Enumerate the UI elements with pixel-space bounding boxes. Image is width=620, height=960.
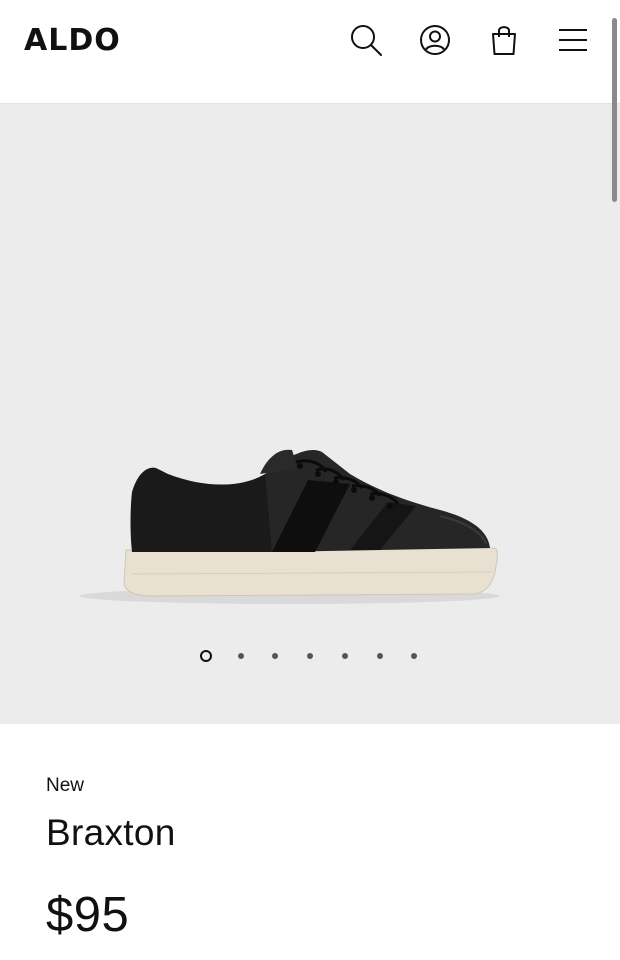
gallery-pagination [0, 649, 620, 663]
gallery-dot[interactable] [272, 653, 279, 659]
account-icon[interactable] [415, 20, 455, 60]
gallery-dot[interactable] [411, 653, 418, 659]
site-header: ALDO [0, 0, 620, 104]
gallery-dot[interactable] [237, 653, 244, 659]
shopping-bag-icon[interactable] [484, 20, 524, 60]
gallery-dot[interactable] [341, 653, 348, 659]
product-image[interactable] [60, 444, 510, 614]
gallery-dot[interactable] [200, 650, 212, 662]
menu-icon[interactable] [553, 20, 593, 60]
product-page: ALDO New Braxton $95 [0, 0, 620, 960]
product-info: New Braxton $95 [0, 724, 620, 960]
product-price: $95 [46, 888, 130, 942]
gallery-dot[interactable] [376, 653, 383, 659]
new-badge: New [46, 775, 85, 796]
product-image-gallery[interactable] [0, 104, 620, 724]
product-name: Braxton [46, 812, 176, 853]
aldo-logo[interactable]: ALDO [24, 22, 121, 58]
page-scrollbar[interactable] [612, 18, 617, 202]
search-icon[interactable] [346, 20, 386, 60]
gallery-dot[interactable] [307, 653, 314, 659]
